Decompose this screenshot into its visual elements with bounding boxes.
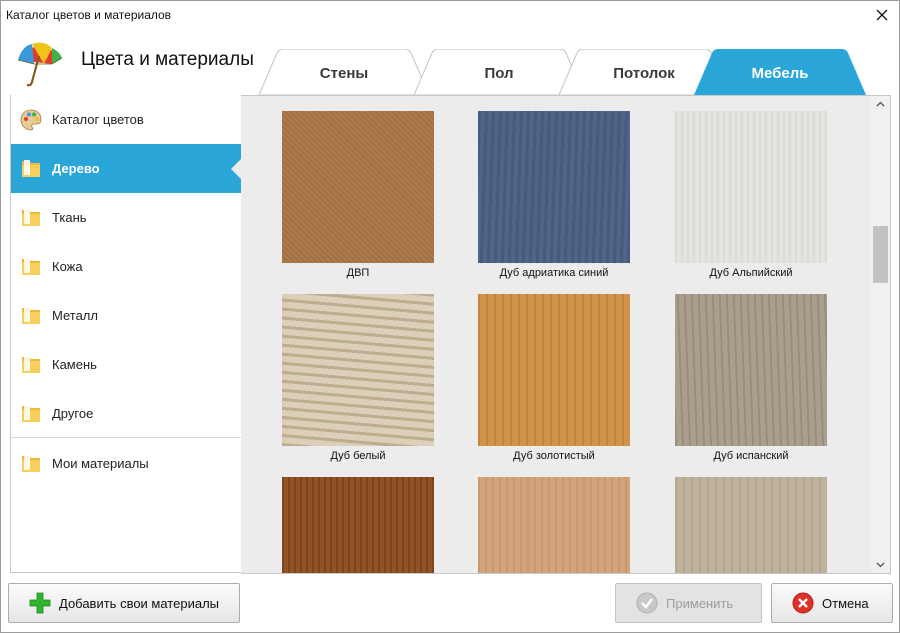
catalog-window: Каталог цветов и материалов Цвета и мате… [0, 0, 900, 633]
sidebar: Каталог цветов Дерево Ткань Кожа Металл [10, 95, 243, 573]
material-swatch [478, 477, 630, 573]
folder-icon [22, 209, 40, 226]
close-icon[interactable] [865, 1, 899, 29]
material-label: ДВП [346, 267, 370, 279]
folder-icon [22, 405, 40, 422]
cancel-icon [792, 592, 814, 614]
material-tile[interactable]: Дуб испанский [675, 294, 827, 462]
material-swatch [478, 294, 630, 446]
cancel-button[interactable]: Отмена [771, 583, 893, 623]
material-tile[interactable]: Дуб адриатика синий [478, 111, 630, 279]
sidebar-item-label: Каталог цветов [52, 112, 144, 127]
sidebar-item-label: Металл [52, 308, 98, 323]
folder-icon [22, 455, 40, 472]
material-tile[interactable] [478, 477, 630, 573]
material-tile[interactable] [282, 477, 434, 573]
sidebar-item-wood[interactable]: Дерево [11, 144, 243, 193]
sidebar-item-metal[interactable]: Металл [11, 291, 242, 340]
tab-label: Мебель [751, 65, 809, 82]
material-tile[interactable] [675, 477, 827, 573]
tab-label: Стены [319, 65, 369, 82]
checkmark-icon [636, 592, 658, 614]
sidebar-item-other[interactable]: Другое [11, 389, 242, 438]
add-materials-button[interactable]: Добавить свои материалы [8, 583, 240, 623]
sidebar-item-label: Камень [52, 357, 97, 372]
material-swatch [282, 111, 434, 263]
sidebar-item-label: Кожа [52, 259, 83, 274]
material-tile[interactable]: Дуб белый [282, 294, 434, 462]
chevron-up-icon[interactable] [871, 95, 890, 112]
material-swatch [675, 111, 827, 263]
material-swatch [282, 477, 434, 573]
app-title: Цвета и материалы [81, 49, 254, 70]
material-swatch [478, 111, 630, 263]
category-tabs: Стены Пол Потолок Мебель [259, 49, 871, 95]
chevron-down-icon[interactable] [871, 556, 890, 573]
sidebar-item-leather[interactable]: Кожа [11, 242, 242, 291]
vertical-scrollbar[interactable] [871, 95, 890, 573]
material-label: Дуб золотистый [513, 450, 595, 462]
tab-furniture[interactable]: Мебель [694, 49, 866, 95]
sidebar-item-fabric[interactable]: Ткань [11, 193, 242, 242]
material-grid: ДВП Дуб адриатика синий Дуб Альпийский Д… [241, 95, 871, 573]
material-label: Дуб адриатика синий [499, 267, 609, 279]
material-tile[interactable]: ДВП [282, 111, 434, 279]
sidebar-item-stone[interactable]: Камень [11, 340, 242, 389]
umbrella-logo-icon [12, 36, 66, 90]
material-tile[interactable]: Дуб Альпийский [675, 111, 827, 279]
apply-button[interactable]: Применить [615, 583, 762, 623]
material-label: Дуб белый [330, 450, 386, 462]
sidebar-item-label: Другое [52, 406, 94, 421]
sidebar-item-label: Дерево [52, 161, 100, 176]
window-title: Каталог цветов и материалов [6, 8, 172, 22]
sidebar-item-my-materials[interactable]: Мои материалы [11, 439, 242, 488]
folder-icon [22, 356, 40, 373]
material-label: Дуб испанский [713, 450, 789, 462]
material-swatch [675, 477, 827, 573]
palette-icon [20, 109, 42, 131]
scrollbar-thumb[interactable] [873, 226, 888, 283]
folder-icon [22, 307, 40, 324]
folder-icon [22, 258, 40, 275]
material-tile[interactable]: Дуб золотистый [478, 294, 630, 462]
tab-walls[interactable]: Стены [259, 49, 429, 95]
plus-icon [29, 592, 51, 614]
add-materials-label: Добавить свои материалы [59, 595, 219, 611]
sidebar-item-label: Мои материалы [52, 456, 149, 471]
material-label: Дуб Альпийский [709, 267, 793, 279]
folder-icon [22, 160, 40, 177]
cancel-label: Отмена [822, 595, 869, 611]
sidebar-item-label: Ткань [52, 210, 87, 225]
material-swatch [282, 294, 434, 446]
sidebar-divider [11, 437, 242, 438]
sidebar-item-color-catalog[interactable]: Каталог цветов [11, 95, 242, 144]
title-bar: Каталог цветов и материалов [1, 1, 899, 29]
apply-label: Применить [666, 595, 734, 611]
header: Цвета и материалы Стены Пол Потолок Мебе… [1, 29, 899, 95]
material-swatch [675, 294, 827, 446]
